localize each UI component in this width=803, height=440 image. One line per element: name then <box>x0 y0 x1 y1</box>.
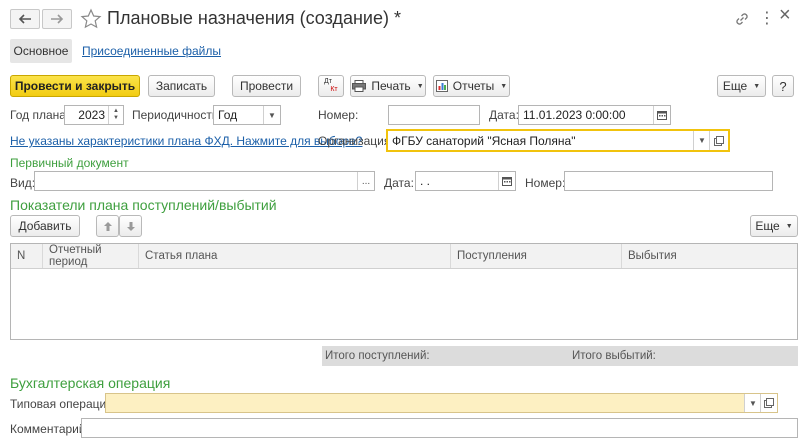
move-down-button[interactable] <box>119 215 142 237</box>
kt-label: Кт <box>330 86 338 93</box>
more-button[interactable]: Еще ▼ <box>717 75 766 97</box>
close-icon[interactable]: × <box>779 4 791 27</box>
tab-main[interactable]: Основное <box>10 39 72 63</box>
doc-number-label: Номер: <box>525 176 566 190</box>
chevron-down-icon[interactable]: ▼ <box>263 106 280 124</box>
periodicity-label: Периодичность: <box>132 108 222 122</box>
doc-date-label: Дата: <box>384 176 414 190</box>
date-field[interactable]: 11.01.2023 0:00:00 <box>518 105 671 125</box>
periodicity-select[interactable]: Год ▼ <box>213 105 281 125</box>
more-actions-icon[interactable]: ⋮ <box>759 8 775 28</box>
post-button[interactable]: Провести <box>232 75 301 97</box>
kind-label: Вид: <box>10 176 36 190</box>
primary-document-heading: Первичный документ <box>10 156 129 170</box>
date-value: 11.01.2023 0:00:00 <box>523 108 626 122</box>
total-outgo-label: Итого выбытий: <box>572 350 656 362</box>
accounting-heading: Бухгалтерская операция <box>10 375 171 391</box>
chevron-down-icon: ▼ <box>500 82 508 90</box>
move-up-button[interactable] <box>96 215 119 237</box>
column-header-n[interactable]: N <box>11 244 43 268</box>
dt-label: Дт <box>324 78 332 85</box>
select-button[interactable]: ... <box>357 172 374 190</box>
typical-operation-field[interactable]: ▼ <box>105 393 778 413</box>
help-button[interactable]: ? <box>772 75 794 97</box>
arrow-up-icon <box>103 221 112 231</box>
chevron-down-icon[interactable]: ▼ <box>693 131 710 150</box>
doc-date-value: . . <box>420 174 431 188</box>
indicators-table[interactable]: N Отчетный период Статья плана Поступлен… <box>10 243 798 340</box>
arrow-right-icon <box>51 14 64 24</box>
printer-icon <box>352 80 367 92</box>
post-and-close-button[interactable]: Провести и закрыть <box>10 75 140 97</box>
chevron-down-icon: ▼ <box>753 82 761 90</box>
arrow-left-icon <box>18 14 31 24</box>
column-header-outgo[interactable]: Выбытия <box>622 244 797 268</box>
comment-field[interactable] <box>81 418 798 438</box>
date-label: Дата: <box>489 108 519 122</box>
dt-kt-button[interactable]: Дт Кт <box>318 75 344 97</box>
spin-up-icon: ▲ <box>113 108 119 114</box>
back-button[interactable] <box>10 9 40 29</box>
forward-button[interactable] <box>42 9 72 29</box>
kind-field[interactable]: ... <box>34 171 375 191</box>
add-button[interactable]: Добавить <box>10 215 80 237</box>
window-title: Плановые назначения (создание) * <box>107 8 401 28</box>
print-label: Печать <box>371 79 411 93</box>
arrow-down-icon <box>126 221 135 231</box>
doc-date-field[interactable]: . . <box>415 171 516 191</box>
chevron-down-icon: ▼ <box>785 222 793 230</box>
reports-label: Отчеты <box>452 79 495 93</box>
organization-field[interactable]: ФГБУ санаторий "Ясная Поляна" ▼ <box>386 129 730 152</box>
link-icon[interactable] <box>733 10 751 28</box>
chevron-down-icon: ▼ <box>416 82 424 90</box>
periodicity-value: Год <box>218 108 238 122</box>
calendar-icon[interactable] <box>498 172 515 190</box>
organization-value: ФГБУ санаторий "Ясная Поляна" <box>392 133 576 148</box>
table-header-divider <box>11 268 797 269</box>
organization-label: Организация: <box>318 134 394 148</box>
year-field[interactable]: 2023 ▲ ▼ <box>64 105 124 125</box>
table-more-button[interactable]: Еще ▼ <box>750 215 798 237</box>
number-label: Номер: <box>318 108 359 122</box>
comment-label: Комментарий: <box>10 422 89 436</box>
column-header-income[interactable]: Поступления <box>451 244 622 268</box>
total-income-label: Итого поступлений: <box>325 350 430 362</box>
report-icon <box>435 80 448 92</box>
spin-down-icon: ▼ <box>113 115 119 121</box>
calendar-icon[interactable] <box>653 106 670 124</box>
chevron-down-icon[interactable]: ▼ <box>744 394 761 412</box>
number-field[interactable] <box>388 105 480 125</box>
column-header-article[interactable]: Статья плана <box>139 244 451 268</box>
tab-attached-files[interactable]: Присоединенные файлы <box>82 44 221 58</box>
reports-button[interactable]: Отчеты ▼ <box>433 75 510 97</box>
favorite-star-icon[interactable] <box>80 8 102 30</box>
fhd-characteristics-link[interactable]: Не указаны характеристики плана ФХД. Наж… <box>10 134 362 148</box>
year-value: 2023 <box>78 108 105 122</box>
year-spinner[interactable]: ▲ ▼ <box>108 106 123 124</box>
year-label: Год плана: <box>10 108 70 122</box>
column-header-period[interactable]: Отчетный период <box>43 244 139 268</box>
table-more-label: Еще <box>755 219 780 233</box>
doc-number-field[interactable] <box>564 171 773 191</box>
open-icon[interactable] <box>709 131 728 150</box>
save-button[interactable]: Записать <box>148 75 215 97</box>
open-icon[interactable] <box>760 394 777 412</box>
indicators-heading: Показатели плана поступлений/выбытий <box>10 197 277 213</box>
more-label: Еще <box>722 79 748 93</box>
print-button[interactable]: Печать ▼ <box>350 75 426 97</box>
typical-operation-label: Типовая операция: <box>10 397 117 411</box>
